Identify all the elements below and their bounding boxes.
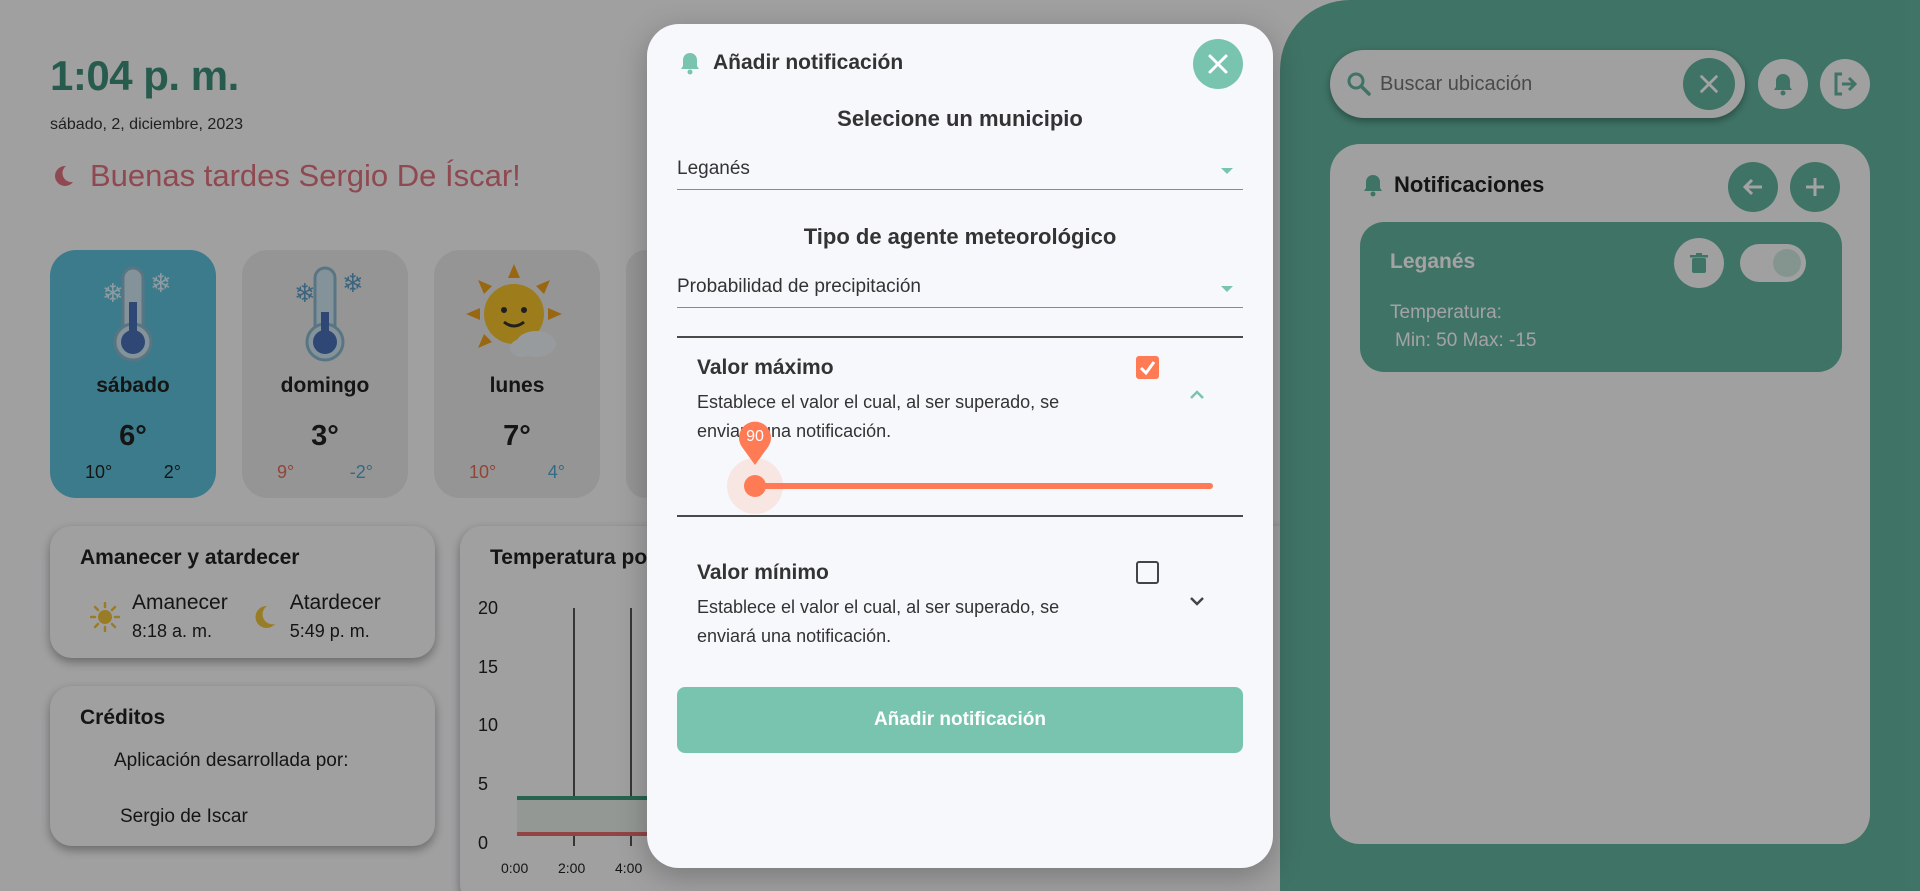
municipio-value: Leganés	[677, 158, 750, 179]
agent-value: Probabilidad de precipitación	[677, 276, 921, 297]
chevron-down-icon[interactable]	[1188, 592, 1206, 610]
check-icon	[1139, 361, 1156, 376]
agent-label: Tipo de agente meteorológico	[803, 224, 1117, 249]
add-notification-dialog: Añadir notificación Selecione un municip…	[647, 24, 1273, 868]
max-value-checkbox[interactable]	[1136, 356, 1159, 379]
chevron-up-icon[interactable]	[1188, 386, 1206, 404]
max-value-title: Valor máximo	[697, 356, 834, 379]
divider	[677, 515, 1243, 517]
dialog-title: Añadir notificación	[713, 51, 904, 74]
bell-icon	[681, 53, 699, 75]
municipio-select[interactable]: Leganés	[677, 150, 1243, 190]
agent-select[interactable]: Probabilidad de precipitación	[677, 268, 1243, 308]
slider-value: 90	[746, 428, 764, 445]
close-icon	[1208, 54, 1228, 74]
min-value-title: Valor mínimo	[697, 561, 829, 584]
close-dialog-button[interactable]	[1193, 39, 1243, 89]
dropdown-arrow-icon	[1221, 168, 1233, 174]
min-value-description: Establece el valor el cual, al ser super…	[697, 597, 1060, 646]
divider	[677, 336, 1243, 338]
max-value-slider-track[interactable]	[755, 483, 1213, 489]
submit-notification-button[interactable]: Añadir notificación	[677, 687, 1243, 753]
min-value-checkbox[interactable]	[1136, 561, 1159, 584]
max-value-slider-thumb[interactable]	[744, 475, 766, 497]
dropdown-arrow-icon	[1221, 286, 1233, 292]
municipio-label: Selecione un municipio	[837, 106, 1083, 131]
